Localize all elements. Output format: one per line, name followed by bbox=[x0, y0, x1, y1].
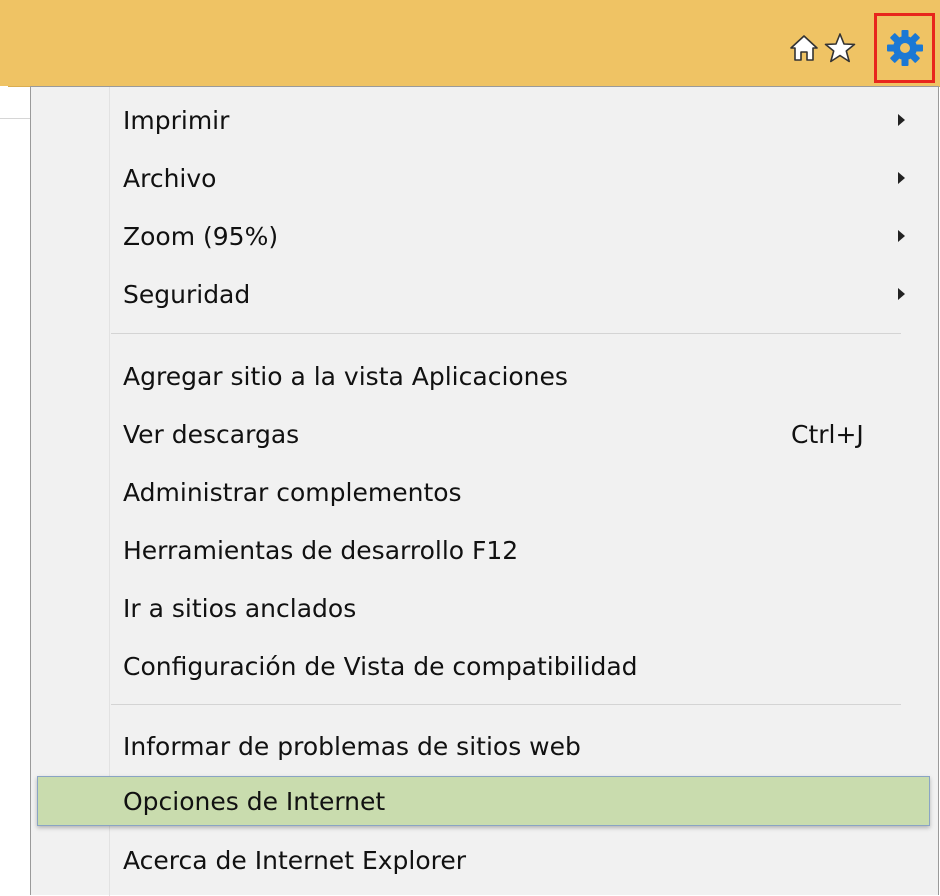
menu-item-administrar-complementos[interactable]: Administrar complementos bbox=[31, 463, 938, 521]
menu-item-shortcut: Ctrl+J bbox=[791, 419, 864, 449]
home-icon[interactable] bbox=[784, 28, 824, 68]
menu-item-ver-descargas[interactable]: Ver descargas Ctrl+J bbox=[31, 405, 938, 463]
menu-item-label: Acerca de Internet Explorer bbox=[123, 845, 467, 875]
tools-dropdown-menu: Imprimir Archivo Zoom (95%) Seguridad Ag… bbox=[30, 86, 939, 896]
menu-item-label: Herramientas de desarrollo F12 bbox=[123, 535, 519, 565]
menu-item-label: Zoom (95%) bbox=[123, 221, 279, 251]
browser-command-bar bbox=[0, 0, 940, 87]
menu-item-archivo[interactable]: Archivo bbox=[31, 149, 938, 207]
page-content-edge bbox=[0, 86, 8, 895]
favorites-star-icon[interactable] bbox=[820, 28, 860, 68]
menu-item-label: Agregar sitio a la vista Aplicaciones bbox=[123, 361, 568, 391]
menu-item-seguridad[interactable]: Seguridad bbox=[31, 265, 938, 323]
menu-separator bbox=[111, 333, 901, 334]
menu-item-vista-compatibilidad[interactable]: Configuración de Vista de compatibilidad bbox=[31, 637, 938, 695]
menu-item-zoom[interactable]: Zoom (95%) bbox=[31, 207, 938, 265]
menu-item-label: Ver descargas bbox=[123, 419, 300, 449]
gear-icon bbox=[886, 30, 923, 66]
menu-item-label: Administrar complementos bbox=[123, 477, 462, 507]
menu-item-agregar-sitio[interactable]: Agregar sitio a la vista Aplicaciones bbox=[31, 347, 938, 405]
page-divider bbox=[0, 118, 30, 119]
menu-item-label: Opciones de Internet bbox=[123, 786, 386, 816]
menu-item-label: Imprimir bbox=[123, 105, 230, 135]
tools-button[interactable] bbox=[874, 13, 935, 83]
menu-item-label: Ir a sitios anclados bbox=[123, 593, 357, 623]
menu-item-label: Archivo bbox=[123, 163, 217, 193]
menu-item-imprimir[interactable]: Imprimir bbox=[31, 91, 938, 149]
menu-separator bbox=[111, 704, 901, 705]
menu-item-opciones-internet[interactable]: Opciones de Internet bbox=[31, 772, 938, 830]
menu-item-informar-problemas[interactable]: Informar de problemas de sitios web bbox=[31, 717, 938, 775]
menu-item-herramientas-desarrollo[interactable]: Herramientas de desarrollo F12 bbox=[31, 521, 938, 579]
menu-item-label: Informar de problemas de sitios web bbox=[123, 731, 581, 761]
submenu-arrow-icon bbox=[898, 230, 905, 242]
submenu-arrow-icon bbox=[898, 288, 905, 300]
menu-item-acerca-de[interactable]: Acerca de Internet Explorer bbox=[31, 831, 938, 889]
submenu-arrow-icon bbox=[898, 172, 905, 184]
menu-item-label: Configuración de Vista de compatibilidad bbox=[123, 651, 638, 681]
menu-item-label: Seguridad bbox=[123, 279, 251, 309]
submenu-arrow-icon bbox=[898, 114, 905, 126]
menu-item-ir-sitios-anclados[interactable]: Ir a sitios anclados bbox=[31, 579, 938, 637]
